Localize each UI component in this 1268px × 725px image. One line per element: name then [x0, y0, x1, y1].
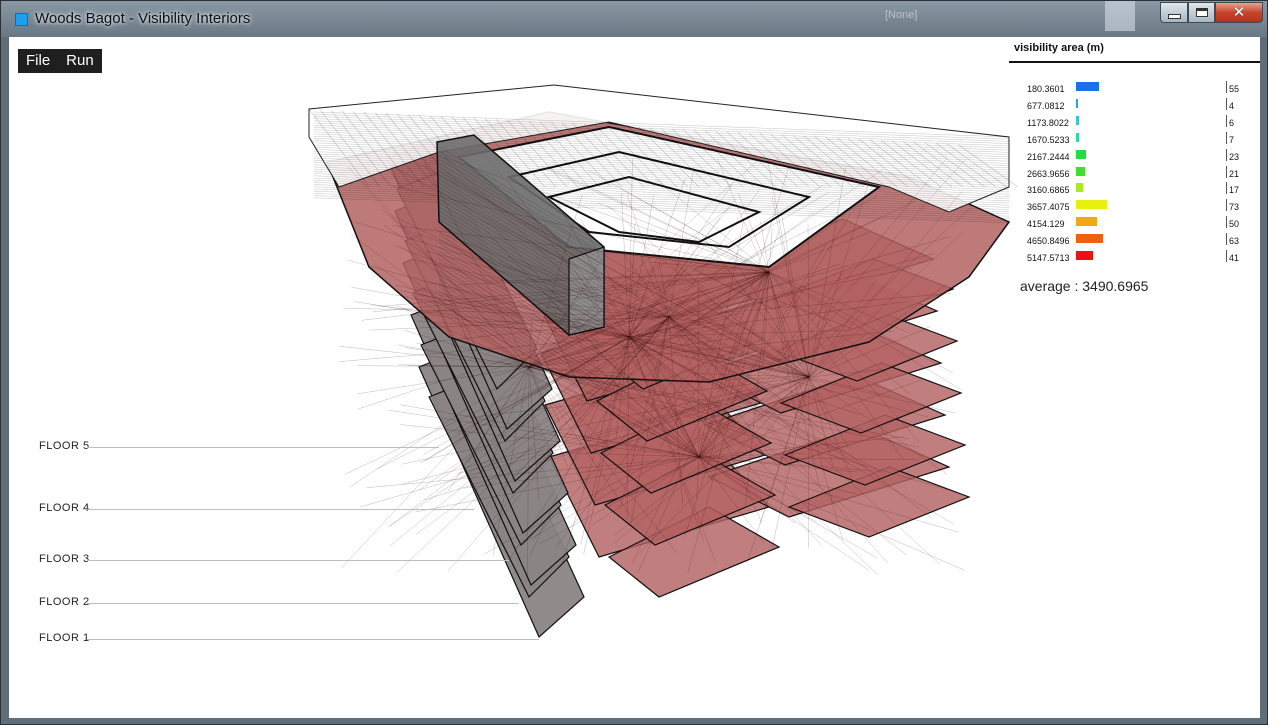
legend-count: 17 — [1229, 185, 1240, 196]
legend-bin-label: 2167.2444 — [1027, 151, 1070, 162]
legend-bar — [1076, 234, 1103, 244]
legend-bin-label: 2663.9656 — [1027, 168, 1070, 179]
legend-bar — [1076, 183, 1083, 193]
legend-count: 4 — [1229, 100, 1235, 111]
floor-label: FLOOR 5 — [39, 440, 90, 452]
legend-row: 180.3601 55 — [1009, 81, 1260, 99]
legend-row: 3160.6865 17 — [1009, 182, 1260, 200]
window-title: Woods Bagot - Visibility Interiors — [35, 10, 251, 27]
minimize-button[interactable] — [1160, 2, 1188, 23]
legend-bar — [1076, 166, 1085, 176]
floor-label: FLOOR 2 — [39, 596, 90, 608]
floor-label: FLOOR 3 — [39, 553, 90, 565]
background-window-glimpse — [1105, 1, 1135, 31]
legend-bar — [1076, 217, 1097, 227]
legend-row: 1670.5233 7 — [1009, 131, 1260, 150]
viewport[interactable]: File Run visibility area (m) 180.3601 55 6… — [9, 37, 1260, 718]
legend-count: 50 — [1229, 219, 1240, 230]
legend-bin-label: 677.0812 — [1027, 100, 1065, 111]
legend-tick — [1226, 114, 1227, 127]
legend-row: 2663.9656 21 — [1009, 165, 1260, 184]
legend-bar — [1076, 98, 1078, 108]
legend-tick — [1226, 81, 1227, 93]
menu-file[interactable]: File — [18, 49, 58, 73]
legend-tick — [1226, 131, 1227, 144]
floor-label: FLOOR 1 — [39, 632, 90, 644]
minimize-icon — [1167, 14, 1181, 19]
legend-bar — [1076, 132, 1079, 142]
legend-tick — [1226, 199, 1227, 212]
legend-tick — [1226, 165, 1227, 178]
legend-average: average : 3490.6965 — [1020, 278, 1149, 294]
legend-bin-label: 4154.129 — [1027, 219, 1065, 230]
legend-bin-label: 1670.5233 — [1027, 134, 1070, 145]
legend-bin-label: 4650.8496 — [1027, 236, 1070, 247]
legend-divider — [1009, 61, 1260, 63]
legend-count: 7 — [1229, 134, 1235, 145]
floor-leader-line — [87, 560, 509, 561]
legend-count: 63 — [1229, 236, 1240, 247]
maximize-icon — [1195, 8, 1208, 17]
legend-bin-label: 1173.8022 — [1027, 117, 1069, 128]
legend-tick — [1226, 250, 1227, 262]
legend-bar — [1076, 149, 1086, 159]
visibility-legend: visibility area (m) 180.3601 55 677.0812 4 1… — [1009, 37, 1260, 294]
legend-tick — [1226, 97, 1227, 110]
legend-tick — [1226, 182, 1227, 195]
title-bar[interactable]: Woods Bagot - Visibility Interiors [None… — [1, 1, 1268, 37]
menu-bar: File Run — [18, 49, 102, 73]
legend-row: 4154.129 50 — [1009, 216, 1260, 234]
legend-tick — [1226, 148, 1227, 161]
legend-bar — [1076, 251, 1093, 260]
application-window: Woods Bagot - Visibility Interiors [None… — [0, 0, 1268, 725]
legend-row: 4650.8496 63 — [1009, 233, 1260, 251]
floor-leader-line — [87, 639, 539, 640]
legend-row: 5147.5713 41 — [1009, 250, 1260, 268]
legend-row: 2167.2444 23 — [1009, 148, 1260, 167]
app-icon — [15, 13, 28, 26]
maximize-button[interactable] — [1188, 2, 1215, 23]
legend-bar — [1076, 82, 1099, 91]
legend-bin-label: 5147.5713 — [1027, 253, 1070, 263]
background-window-title: [None] — [885, 9, 918, 21]
legend-row: 1173.8022 6 — [1009, 114, 1260, 133]
legend-row: 3657.4075 73 — [1009, 199, 1260, 217]
menu-run[interactable]: Run — [58, 49, 102, 73]
legend-bin-label: 3657.4075 — [1027, 202, 1070, 213]
legend-bar — [1076, 115, 1079, 125]
floor-leader-line — [87, 447, 439, 448]
legend-count: 23 — [1229, 151, 1240, 162]
legend-bin-label: 180.3601 — [1027, 84, 1065, 94]
window-controls: ✕ — [1160, 2, 1263, 23]
close-button[interactable]: ✕ — [1215, 2, 1263, 23]
legend-count: 55 — [1229, 84, 1240, 94]
floor-label: FLOOR 4 — [39, 502, 90, 514]
legend-tick — [1226, 233, 1227, 246]
legend-row: 677.0812 4 — [1009, 97, 1260, 116]
legend-count: 21 — [1229, 168, 1240, 179]
legend-bin-label: 3160.6865 — [1027, 185, 1070, 196]
legend-count: 6 — [1229, 117, 1235, 128]
floor-leader-line — [87, 509, 474, 510]
legend-count: 73 — [1229, 202, 1240, 213]
legend-bar — [1076, 200, 1107, 210]
legend-count: 41 — [1229, 253, 1240, 263]
close-icon: ✕ — [1232, 3, 1246, 21]
legend-tick — [1226, 216, 1227, 229]
floor-leader-line — [87, 603, 519, 604]
legend-title: visibility area (m) — [1014, 42, 1104, 54]
